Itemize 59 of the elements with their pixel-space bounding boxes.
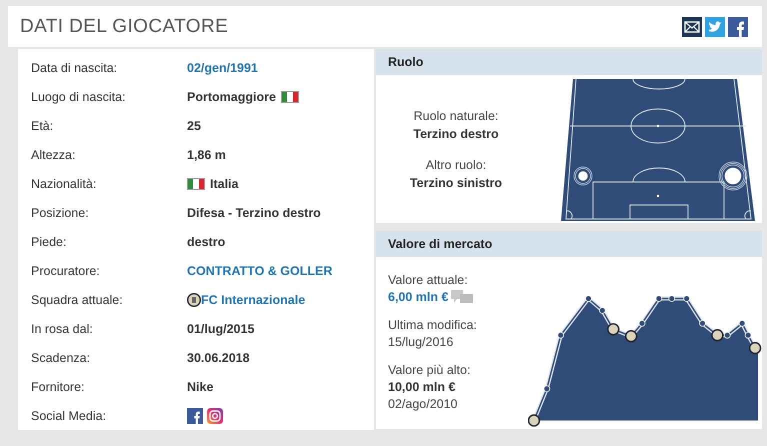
role-value: Terzino sinistro: [410, 176, 502, 190]
detail-label: Nazionalità:: [31, 176, 98, 190]
flag-icon: [187, 178, 205, 190]
highest-value: 10,00 mln €: [388, 380, 456, 394]
current-value-link[interactable]: 6,00 mln €: [388, 290, 448, 304]
email-icon[interactable]: [682, 16, 702, 36]
detail-value: Italia: [210, 176, 238, 190]
detail-value: 1,86 m: [187, 148, 226, 162]
chat-icon: [451, 290, 474, 304]
club-marker-icon: [624, 330, 638, 342]
instagram-icon[interactable]: [207, 408, 223, 424]
value-point: [557, 332, 564, 339]
detail-label: Altezza:: [31, 148, 76, 162]
detail-value: Portomaggiore: [187, 90, 276, 104]
detail-label: Squadra attuale:: [31, 292, 124, 306]
value-label: Valore più alto:: [388, 363, 472, 377]
facebook-icon[interactable]: [728, 16, 748, 36]
detail-value: 01/lug/2015: [187, 322, 254, 336]
value-point: [543, 385, 550, 392]
detail-value: Difesa - Terzino destro: [187, 206, 321, 220]
detail-value: Nike: [187, 380, 214, 394]
club-marker-icon: [711, 329, 724, 342]
detail-link[interactable]: CONTRATTO & GOLLER: [187, 264, 332, 278]
detail-label: Scadenza:: [31, 350, 92, 364]
club-link[interactable]: FC Internazionale: [201, 292, 306, 306]
value-point: [638, 320, 646, 327]
detail-label: Data di nascita:: [31, 60, 118, 74]
value-point: [724, 332, 731, 339]
facebook-icon[interactable]: [187, 408, 203, 424]
role-value: Terzino destro: [413, 126, 499, 140]
value-date: 15/lug/2016: [388, 335, 454, 349]
detail-value: 30.06.2018: [187, 350, 250, 364]
detail-label: Posizione:: [31, 206, 90, 220]
role-label: Ruolo naturale:: [414, 108, 498, 122]
detail-value: 25: [187, 118, 201, 132]
detail-label: Luogo di nascita:: [31, 90, 127, 104]
detail-label: Fornitore:: [31, 380, 86, 394]
value-point: [738, 320, 746, 327]
detail-label: In rosa dal:: [31, 322, 94, 336]
club-marker-icon: [528, 414, 540, 427]
crest-icon: [187, 292, 201, 306]
detail-label: Età:: [31, 118, 54, 132]
club-marker-icon: [607, 323, 620, 336]
detail-link[interactable]: 02/gen/1991: [187, 60, 258, 74]
detail-label: Piede:: [31, 234, 68, 248]
detail-label: Social Media:: [31, 408, 108, 422]
flag-icon: [280, 90, 299, 102]
role-label: Altro ruolo:: [426, 158, 486, 172]
section-header: Valore di mercato: [376, 231, 762, 257]
detail-value: destro: [187, 234, 226, 248]
value-label: Valore attuale:: [388, 273, 469, 287]
value-point: [744, 332, 752, 339]
value-point: [699, 320, 706, 327]
value-date: 02/ago/2010: [388, 397, 459, 411]
club-marker-icon: [748, 342, 762, 354]
page-title: DATI DEL GIOCATORE: [20, 16, 228, 38]
detail-label: Procuratore:: [31, 264, 101, 278]
value-label: Ultima modifica:: [388, 318, 478, 332]
section-header: Ruolo: [376, 49, 762, 75]
